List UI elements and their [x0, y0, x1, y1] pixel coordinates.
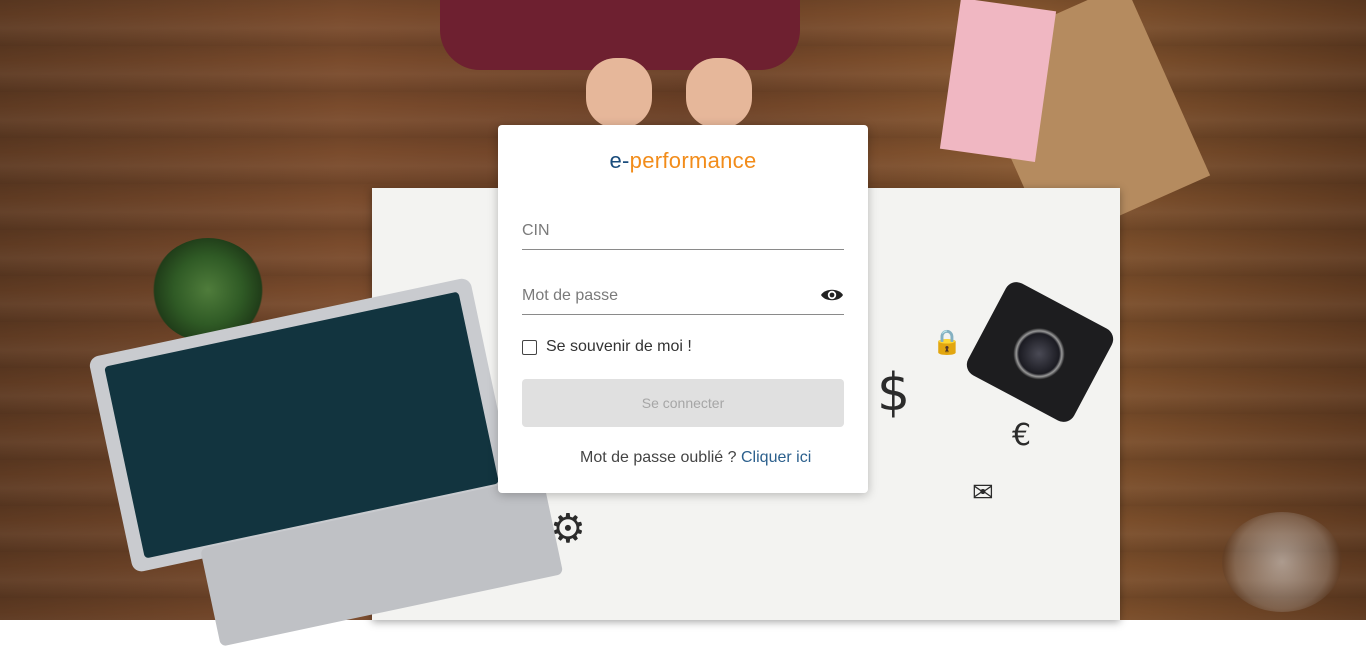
login-button[interactable]: Se connecter — [522, 379, 844, 427]
camera-lens — [1003, 318, 1075, 389]
background-hand-left — [586, 58, 652, 128]
background-hand-right — [686, 58, 752, 128]
cin-input[interactable] — [522, 215, 812, 247]
logo-suffix: performance — [629, 148, 757, 173]
password-input[interactable] — [522, 280, 812, 312]
lock-doodle-icon: 🔒 — [932, 328, 962, 356]
euro-doodle-icon: € — [1012, 418, 1032, 453]
eye-icon[interactable] — [820, 286, 844, 304]
dollar-doodle-icon: $ — [877, 363, 911, 423]
forgot-password-link[interactable]: Cliquer ici — [741, 449, 811, 466]
remember-me-checkbox[interactable]: Se souvenir de moi ! — [522, 337, 692, 357]
password-field — [522, 280, 844, 315]
remember-me-label: Se souvenir de moi ! — [546, 338, 692, 355]
checkbox-box[interactable] — [522, 339, 537, 355]
forgot-password-text: Mot de passe oublié ? Cliquer ici — [580, 449, 811, 467]
logo-prefix: e- — [609, 148, 630, 173]
app-logo: e-performance — [0, 148, 1366, 174]
cin-field — [522, 215, 844, 250]
forgot-password-question: Mot de passe oublié ? — [580, 449, 737, 466]
background-glass — [1222, 512, 1342, 612]
envelope-doodle-icon: ✉ — [972, 478, 994, 508]
